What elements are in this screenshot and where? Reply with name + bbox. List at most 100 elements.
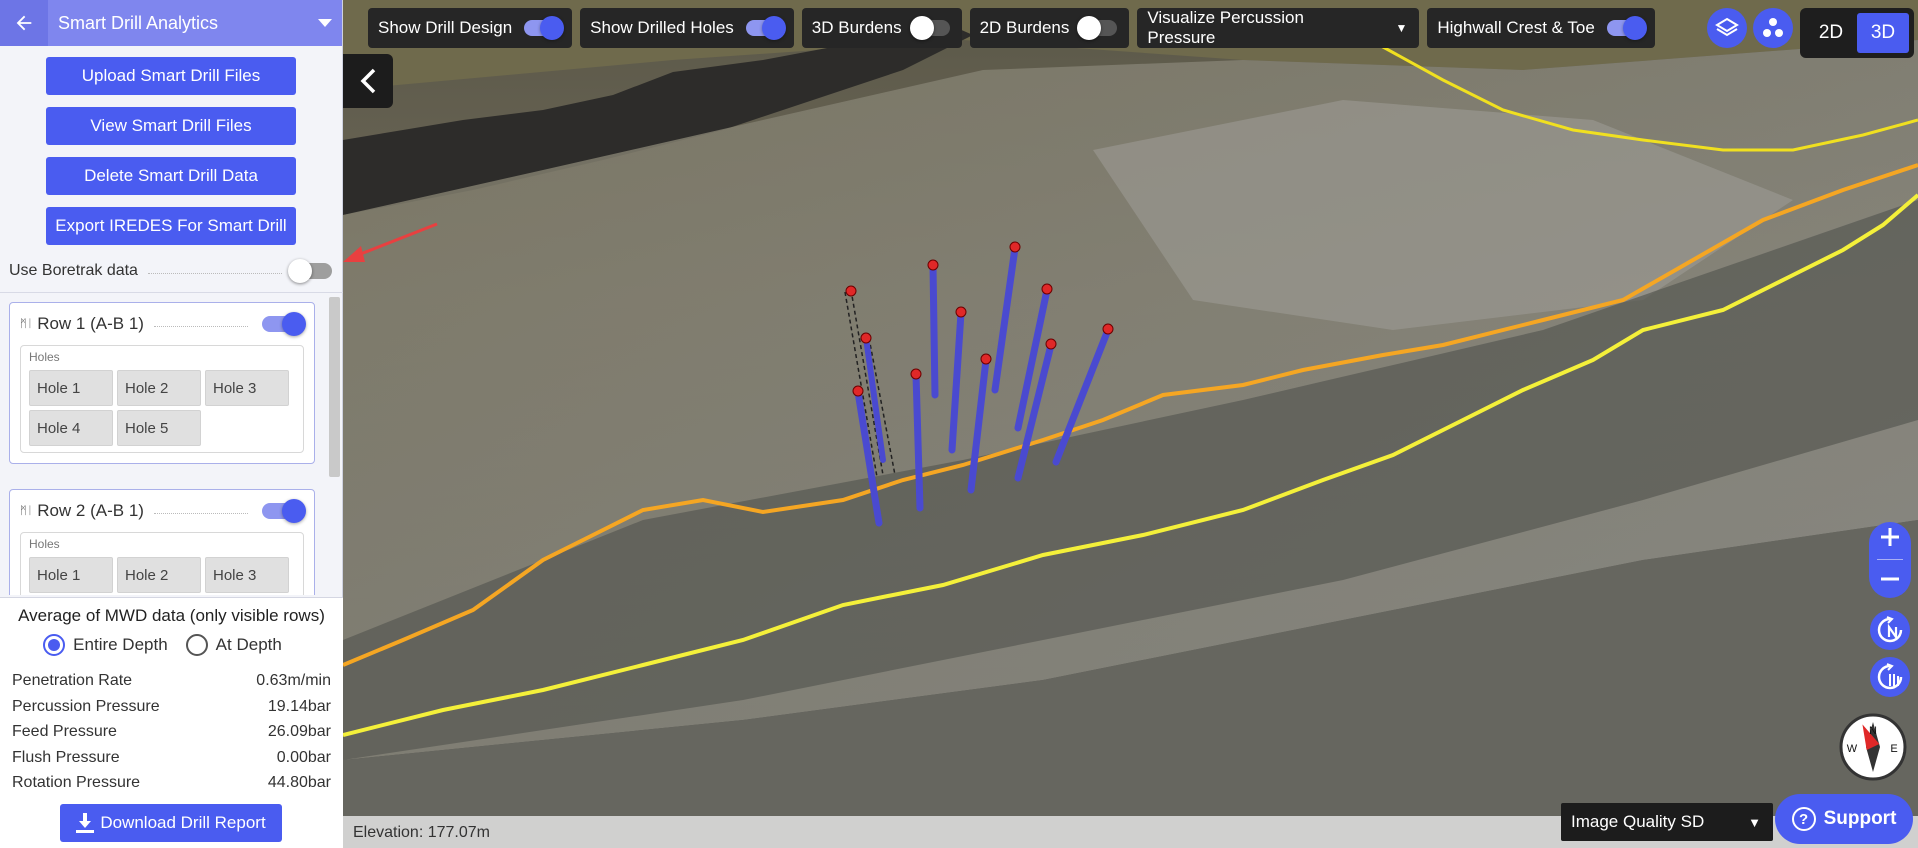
dotted-leader bbox=[153, 512, 248, 514]
sidebar-panel: Smart Drill Analytics Upload Smart Drill… bbox=[0, 0, 343, 848]
mode-2d-button[interactable]: 2D bbox=[1805, 13, 1857, 53]
highwall-label: Highwall Crest & Toe bbox=[1437, 18, 1595, 37]
entire-depth-radio[interactable] bbox=[43, 634, 66, 656]
drill-row-icon: ᛗᛁ bbox=[20, 505, 34, 517]
drilled-hole[interactable] bbox=[912, 371, 924, 512]
dotted-leader bbox=[147, 272, 282, 274]
burdens-2d-control[interactable]: 2D Burdens bbox=[969, 8, 1130, 48]
download-drill-report-button[interactable]: Download Drill Report bbox=[60, 804, 282, 842]
stat-label: Rotation Pressure bbox=[12, 774, 141, 791]
terrain-3d-view[interactable] bbox=[343, 0, 1918, 848]
hole-button[interactable]: Hole 3 bbox=[205, 557, 289, 593]
image-quality-select[interactable]: Image Quality SD ▼ bbox=[1561, 803, 1773, 841]
holes-label: Holes bbox=[29, 537, 60, 551]
hole-collar bbox=[927, 259, 939, 271]
show-drill-design-control[interactable]: Show Drill Design bbox=[368, 8, 573, 48]
at-depth-label[interactable]: At Depth bbox=[216, 635, 282, 655]
hole-button[interactable]: Hole 2 bbox=[117, 557, 201, 593]
hole-collar bbox=[980, 353, 992, 365]
zoom-divider bbox=[1877, 559, 1903, 561]
hole-button[interactable]: Hole 4 bbox=[29, 410, 113, 446]
hole-button[interactable]: Hole 3 bbox=[205, 370, 289, 406]
layers-icon bbox=[1715, 17, 1739, 37]
stat-value: 0.00bar bbox=[276, 748, 331, 766]
hole-collar bbox=[910, 368, 922, 380]
layer-toolbar: Show Drill Design Show Drilled Holes 3D … bbox=[368, 8, 1655, 48]
row-card: ᛗᛁ Row 2 (A-B 1) Holes Hole 1 Hole 2 Hol… bbox=[9, 489, 315, 595]
layers-button[interactable] bbox=[1707, 8, 1747, 48]
hole-collar bbox=[955, 306, 967, 318]
holes-group: Holes Hole 1 Hole 2 Hole 3 bbox=[20, 532, 304, 595]
stat-row: Flush Pressure 0.00bar bbox=[12, 745, 331, 771]
svg-text:N: N bbox=[1869, 725, 1877, 737]
show-drilled-holes-toggle[interactable] bbox=[745, 16, 786, 40]
zoom-controls bbox=[1869, 522, 1911, 598]
stat-label: Flush Pressure bbox=[12, 748, 120, 766]
tilt-button[interactable] bbox=[1870, 657, 1910, 697]
zoom-out-button[interactable] bbox=[1879, 567, 1901, 595]
visualize-dropdown[interactable]: Visualize Percussion Pressure ▼ bbox=[1137, 8, 1420, 48]
holes-label: Holes bbox=[29, 350, 60, 364]
collapse-sidebar-button[interactable] bbox=[343, 54, 393, 108]
show-drill-design-toggle[interactable] bbox=[524, 16, 565, 40]
compass-widget[interactable]: N E W bbox=[1838, 712, 1908, 782]
delete-smart-drill-data-button[interactable]: Delete Smart Drill Data bbox=[46, 157, 296, 195]
mwd-average-title: Average of MWD data (only visible rows) bbox=[18, 606, 325, 625]
stat-row: Percussion Pressure 19.14bar bbox=[12, 694, 331, 720]
download-icon bbox=[76, 813, 95, 833]
hole-collar bbox=[1045, 338, 1057, 350]
map-viewport[interactable]: Show Drill Design Show Drilled Holes 3D … bbox=[343, 0, 1918, 848]
holes-grid: Hole 1 Hole 2 Hole 3 Hole 4 Hole 5 bbox=[29, 370, 301, 446]
burdens-2d-toggle[interactable] bbox=[1077, 16, 1118, 40]
rows-scrollbar[interactable] bbox=[329, 297, 340, 477]
stat-row: Feed Pressure 26.09bar bbox=[12, 719, 331, 745]
plus-icon bbox=[1881, 528, 1899, 547]
highwall-control[interactable]: Highwall Crest & Toe bbox=[1427, 8, 1655, 48]
row-title: Row 2 (A-B 1) bbox=[37, 501, 144, 520]
sidebar-title: Smart Drill Analytics bbox=[58, 12, 219, 33]
rotate-north-button[interactable] bbox=[1870, 610, 1910, 650]
visualize-label: Visualize Percussion Pressure bbox=[1147, 8, 1304, 47]
hole-button[interactable]: Hole 1 bbox=[29, 370, 113, 406]
rotate-north-icon bbox=[1877, 616, 1903, 643]
row-visibility-toggle[interactable] bbox=[262, 499, 306, 523]
mode-3d-button[interactable]: 3D bbox=[1857, 13, 1909, 53]
burdens-3d-toggle[interactable] bbox=[909, 16, 950, 40]
stat-label: Percussion Pressure bbox=[12, 697, 160, 715]
chevron-left-icon bbox=[360, 68, 376, 94]
highwall-toggle[interactable] bbox=[1606, 16, 1647, 40]
scatter-icon bbox=[1763, 18, 1783, 37]
hole-button[interactable]: Hole 1 bbox=[29, 557, 113, 593]
sidebar-dropdown-toggle[interactable] bbox=[308, 0, 342, 46]
question-icon: ? bbox=[1791, 807, 1816, 831]
view-smart-drill-files-button[interactable]: View Smart Drill Files bbox=[46, 107, 296, 145]
holes-grid: Hole 1 Hole 2 Hole 3 bbox=[29, 557, 301, 593]
export-iredes-button[interactable]: Export IREDES For Smart Drill bbox=[46, 207, 296, 245]
arrow-left-icon bbox=[16, 15, 32, 31]
at-depth-radio[interactable] bbox=[185, 634, 208, 656]
support-button[interactable]: ? Support bbox=[1775, 794, 1913, 844]
hole-collar bbox=[1102, 323, 1114, 335]
stat-value: 19.14bar bbox=[267, 697, 331, 715]
row-visibility-toggle[interactable] bbox=[262, 312, 306, 336]
minus-icon bbox=[1881, 577, 1899, 581]
show-drilled-holes-label: Show Drilled Holes bbox=[590, 18, 734, 37]
sidebar-header: Smart Drill Analytics bbox=[0, 0, 342, 46]
mwd-stats: Penetration Rate 0.63m/min Percussion Pre… bbox=[12, 668, 331, 796]
support-label: Support bbox=[1823, 808, 1897, 829]
svg-text:E: E bbox=[1890, 743, 1897, 755]
show-drilled-holes-control[interactable]: Show Drilled Holes bbox=[580, 8, 794, 48]
hole-collar bbox=[1041, 283, 1053, 295]
points-button[interactable] bbox=[1753, 8, 1793, 48]
upload-smart-drill-files-button[interactable]: Upload Smart Drill Files bbox=[46, 57, 296, 95]
stat-label: Feed Pressure bbox=[12, 723, 117, 740]
entire-depth-label[interactable]: Entire Depth bbox=[73, 635, 168, 655]
rows-list[interactable]: ᛗᛁ Row 1 (A-B 1) Holes Hole 1 Hole 2 Hol… bbox=[0, 292, 343, 595]
back-button[interactable] bbox=[0, 0, 48, 46]
hole-button[interactable]: Hole 5 bbox=[117, 410, 201, 446]
burdens-3d-control[interactable]: 3D Burdens bbox=[801, 8, 962, 48]
hole-button[interactable]: Hole 2 bbox=[117, 370, 201, 406]
boretrak-toggle[interactable] bbox=[288, 259, 332, 283]
zoom-in-button[interactable] bbox=[1879, 525, 1901, 553]
drilled-hole[interactable] bbox=[929, 262, 939, 399]
